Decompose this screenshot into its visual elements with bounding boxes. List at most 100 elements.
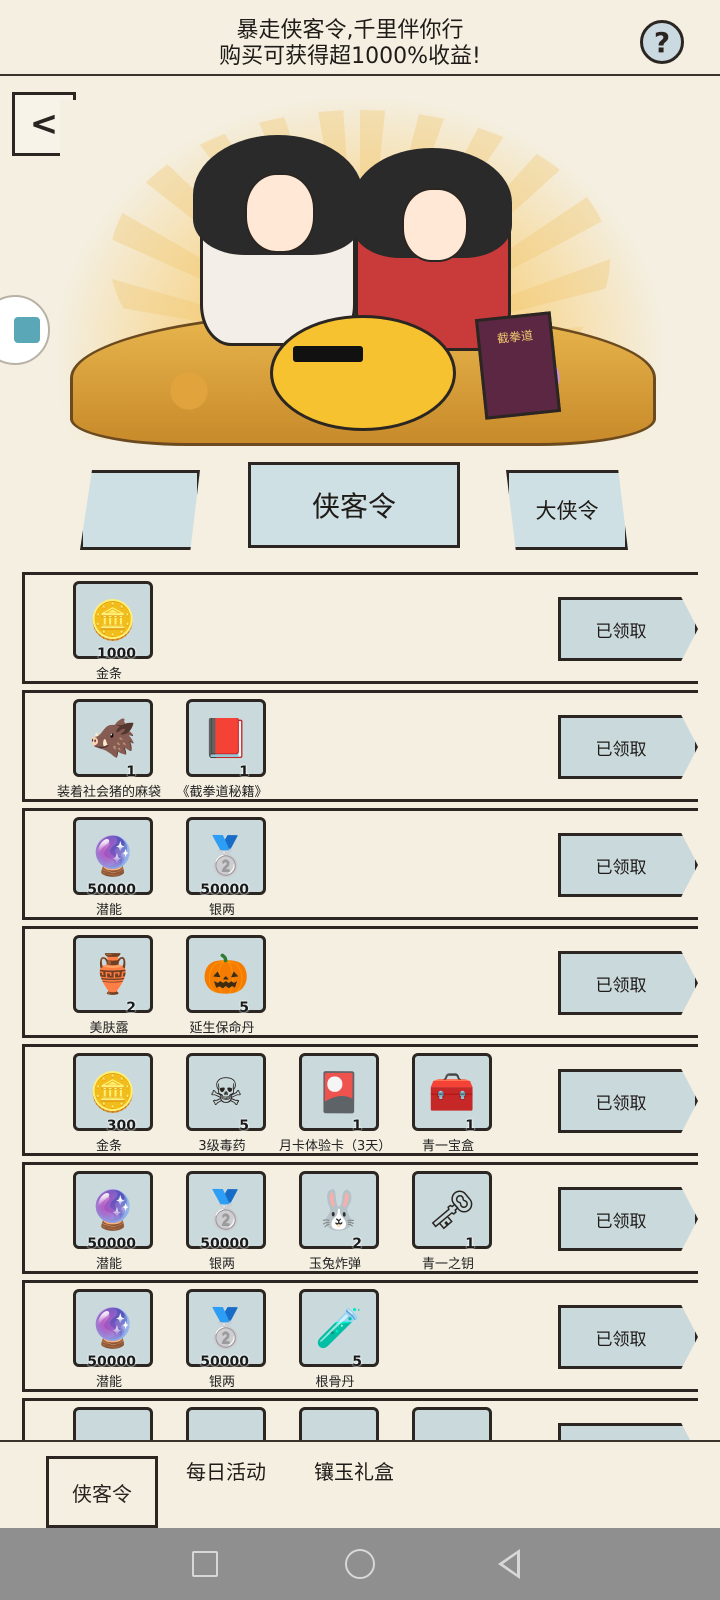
gold-pig-mascot xyxy=(270,315,456,431)
reward-name: 金条 xyxy=(95,667,122,682)
reward-item[interactable]: 🔮 50000 潜能 xyxy=(53,1165,165,1273)
reward-count: 1000 xyxy=(97,646,136,662)
home-icon[interactable] xyxy=(345,1549,375,1579)
side-tab-icon xyxy=(14,317,40,343)
reward-item[interactable]: 🥈 50000 银两 xyxy=(166,811,278,919)
reward-row: 🐗 1 装着社会猪的麻袋 📕 1 《截拳道秘籍》 已领取 xyxy=(22,690,698,802)
reward-item[interactable]: 🧪 5 根骨丹 xyxy=(279,1283,391,1391)
reward-count: 50000 xyxy=(200,1354,249,1370)
sunglasses-icon xyxy=(293,346,363,362)
reward-item[interactable]: 🪙 1000 金条 xyxy=(53,575,165,683)
reward-count: 1 xyxy=(465,1236,475,1252)
reward-count: 2 xyxy=(352,1236,362,1252)
rabbit-bomb-icon: 🐰 2 xyxy=(299,1171,379,1252)
reward-count: 50000 xyxy=(200,1236,249,1252)
gold-bar-icon: 🪙 1000 xyxy=(73,581,153,662)
poison-hat-icon: ☠ 5 xyxy=(186,1053,266,1134)
reward-item[interactable]: 📕 1 《截拳道秘籍》 xyxy=(166,693,278,801)
reward-name: 潜能 xyxy=(95,903,122,918)
bottom-tab-daily-activity[interactable]: 每日活动 xyxy=(186,1456,266,1485)
reward-name: 青一之钥 xyxy=(421,1257,474,1272)
reward-item[interactable]: 🗝 1 青一之钥 xyxy=(392,1165,504,1273)
silver-ingot-icon: 🥈 50000 xyxy=(186,1289,266,1370)
martial-book-icon: 截拳道 xyxy=(474,311,562,420)
tab-daxialing-label: 大侠令 xyxy=(535,499,599,523)
reward-row: 🔮 50000 潜能 🥈 50000 银两 🧪 5 根骨丹 已领取 xyxy=(22,1280,698,1392)
book-icon: 📕 1 xyxy=(186,699,266,780)
header-line-1: 暴走侠客令,千里伴你行 xyxy=(236,18,464,43)
reward-list[interactable]: 🪙 1000 金条 已领取 🐗 1 装着社会猪的麻袋 📕 1 《截拳道秘籍》 已领取 🔮 50000 潜能… xyxy=(22,572,698,1448)
reward-item[interactable]: 🔮 50000 潜能 xyxy=(53,1283,165,1391)
reward-count: 2 xyxy=(126,1000,136,1016)
reward-name: 银两 xyxy=(208,903,235,918)
claimed-button[interactable]: 已领取 xyxy=(558,715,698,779)
reward-item[interactable]: 🧰 1 青一宝盒 xyxy=(392,1047,504,1155)
sack-pig-icon: 🐗 1 xyxy=(73,699,153,780)
reward-row: 🪙 300 金条 ☠ 5 3级毒药 🎴 1 月卡体验卡（3天） 🧰 1 青一宝盒 已领取 xyxy=(22,1044,698,1156)
claimed-button[interactable]: 已领取 xyxy=(558,1187,698,1251)
reward-item[interactable]: 🪙 300 金条 xyxy=(53,1047,165,1155)
reward-row: 🏺 2 美肤露 🎃 5 延生保命丹 已领取 xyxy=(22,926,698,1038)
silver-ingot-icon: 🥈 50000 xyxy=(186,1171,266,1252)
claimed-button[interactable]: 已领取 xyxy=(558,1305,698,1369)
reward-item[interactable]: 🎴 1 月卡体验卡（3天） xyxy=(279,1047,391,1155)
claimed-button[interactable]: 已领取 xyxy=(558,597,698,661)
silver-ingot-icon: 🥈 50000 xyxy=(186,817,266,898)
reward-name: 青一宝盒 xyxy=(421,1139,474,1154)
reward-item[interactable]: 🥈 50000 银两 xyxy=(166,1283,278,1391)
reward-item[interactable]: 🔮 50000 潜能 xyxy=(53,811,165,919)
hero-illustration: 截拳道 xyxy=(60,100,660,446)
claimed-button[interactable]: 已领取 xyxy=(558,833,698,897)
reward-row: 🪙 1000 金条 已领取 xyxy=(22,572,698,684)
bottle-icon: 🧪 5 xyxy=(299,1289,379,1370)
potential-orbs-icon: 🔮 50000 xyxy=(73,1171,153,1252)
bottom-divider xyxy=(0,1440,720,1442)
vase-icon: 🏺 2 xyxy=(73,935,153,1016)
help-button[interactable]: ? xyxy=(640,20,684,64)
male-character xyxy=(193,135,363,346)
reward-count: 50000 xyxy=(87,882,136,898)
reward-item[interactable]: 🎃 5 延生保命丹 xyxy=(166,929,278,1037)
question-icon: ? xyxy=(653,25,671,59)
reward-name: 银两 xyxy=(208,1257,235,1272)
reward-item[interactable]: ☠ 5 3级毒药 xyxy=(166,1047,278,1155)
reward-count: 5 xyxy=(239,1000,249,1016)
reward-count: 1 xyxy=(465,1118,475,1134)
reward-name: 潜能 xyxy=(95,1375,122,1390)
reward-item[interactable]: 🐰 2 玉兔炸弹 xyxy=(279,1165,391,1273)
claimed-button[interactable]: 已领取 xyxy=(558,951,698,1015)
reward-item[interactable]: 🐗 1 装着社会猪的麻袋 xyxy=(53,693,165,801)
reward-count: 50000 xyxy=(87,1236,136,1252)
key-icon: 🗝 1 xyxy=(412,1171,492,1252)
reward-name: 装着社会猪的麻袋 xyxy=(56,785,161,800)
reward-row: 🔮 50000 潜能 🥈 50000 银两 🐰 2 玉兔炸弹 🗝 1 青一之钥 已领取 xyxy=(22,1162,698,1274)
reward-name: 玉兔炸弹 xyxy=(308,1257,361,1272)
reward-name: 美肤露 xyxy=(89,1021,129,1036)
claimed-button[interactable]: 已领取 xyxy=(558,1069,698,1133)
header-line-2: 购买可获得超1000%收益! xyxy=(219,44,481,69)
tab-xiakeling-label: 侠客令 xyxy=(311,490,396,523)
reward-row: 🔮 50000 潜能 🥈 50000 银两 已领取 xyxy=(22,808,698,920)
header-banner: 暴走侠客令,千里伴你行 购买可获得超1000%收益! xyxy=(120,18,580,70)
reward-name: 《截拳道秘籍》 xyxy=(176,785,268,800)
tab-xiakeling[interactable]: 侠客令 xyxy=(248,462,460,548)
floating-side-tab[interactable] xyxy=(0,295,50,365)
reward-count: 1 xyxy=(126,764,136,780)
reward-count: 5 xyxy=(352,1354,362,1370)
potential-orbs-icon: 🔮 50000 xyxy=(73,817,153,898)
reward-item[interactable]: 🏺 2 美肤露 xyxy=(53,929,165,1037)
reward-name: 3级毒药 xyxy=(198,1139,246,1154)
reward-item[interactable]: 🥈 50000 银两 xyxy=(166,1165,278,1273)
treasure-chest-icon: 🧰 1 xyxy=(412,1053,492,1134)
reward-name: 根骨丹 xyxy=(315,1375,355,1390)
tab-previous[interactable] xyxy=(80,470,200,550)
reward-name: 延生保命丹 xyxy=(189,1021,255,1036)
bottom-tab-xiakeling[interactable]: 侠客令 xyxy=(46,1456,158,1528)
reward-name: 月卡体验卡（3天） xyxy=(279,1139,392,1154)
recents-icon[interactable] xyxy=(192,1551,218,1577)
pill-gourd-icon: 🎃 5 xyxy=(186,935,266,1016)
reward-count: 5 xyxy=(239,1118,249,1134)
reward-name: 潜能 xyxy=(95,1257,122,1272)
tab-daxialing[interactable]: 大侠令 xyxy=(506,470,628,550)
bottom-tab-jade-giftbox[interactable]: 镶玉礼盒 xyxy=(314,1456,394,1485)
